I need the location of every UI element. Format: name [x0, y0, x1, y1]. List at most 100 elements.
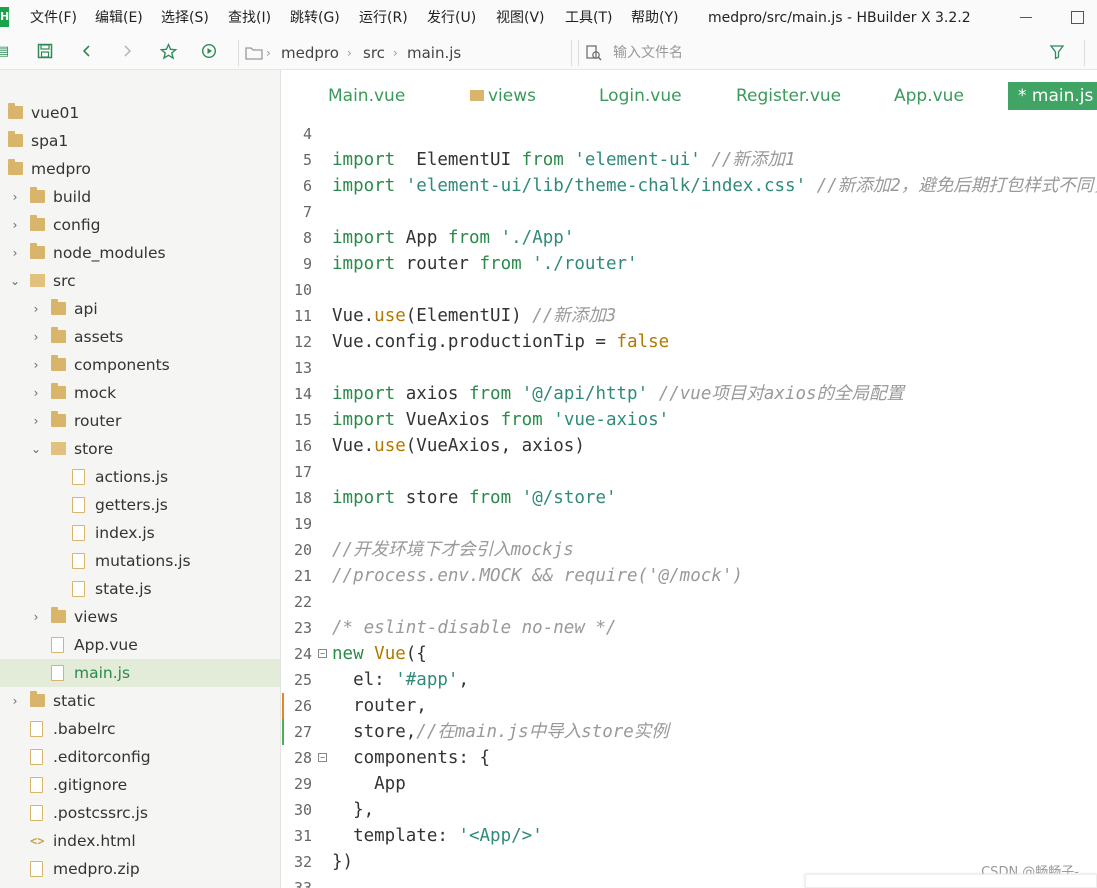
tree-item-mock[interactable]: › mock	[0, 379, 280, 407]
chevron-right-icon[interactable]: ›	[8, 211, 22, 239]
tree-item-spa1[interactable]: spa1	[0, 127, 280, 155]
tab-register-vue[interactable]: Register.vue	[736, 82, 841, 110]
menu-item[interactable]: 发行(U)	[427, 0, 476, 36]
tree-item-state-js[interactable]: state.js	[0, 575, 280, 603]
tree-item-actions-js[interactable]: actions.js	[0, 463, 280, 491]
code-line[interactable]: 25 el: '#app',	[282, 667, 1097, 693]
menu-item[interactable]: 工具(T)	[565, 0, 612, 36]
tree-item-postcssrc-js[interactable]: .postcssrc.js	[0, 799, 280, 827]
code-line[interactable]: 15 import VueAxios from 'vue-axios'	[282, 407, 1097, 433]
star-icon[interactable]	[159, 42, 177, 61]
chevron-right-icon[interactable]: ›	[29, 603, 43, 631]
menu-item[interactable]: 编辑(E)	[95, 0, 143, 36]
code-line[interactable]: 7	[282, 199, 1097, 225]
chevron-down-icon[interactable]: ⌄	[29, 435, 43, 463]
breadcrumb-item-main-js[interactable]: main.js	[407, 40, 461, 66]
tree-item-babelrc[interactable]: .babelrc	[0, 715, 280, 743]
code-line[interactable]: 26 router,	[282, 693, 1097, 719]
tree-item-main-js[interactable]: main.js	[0, 659, 280, 687]
menu-item[interactable]: 选择(S)	[161, 0, 209, 36]
tree-item-config[interactable]: › config	[0, 211, 280, 239]
tree-item-node-modules[interactable]: › node_modules	[0, 239, 280, 267]
code-line[interactable]: 12 Vue.config.productionTip = false	[282, 329, 1097, 355]
tree-item-editorconfig[interactable]: .editorconfig	[0, 743, 280, 771]
breadcrumb-item-src[interactable]: src	[363, 40, 385, 66]
menu-item[interactable]: 跳转(G)	[290, 0, 340, 36]
code-line[interactable]: 19	[282, 511, 1097, 537]
chevron-right-icon[interactable]: ›	[8, 687, 22, 715]
code-line[interactable]: 8 import App from './App'	[282, 225, 1097, 251]
tree-item-medpro[interactable]: medpro	[0, 155, 280, 183]
menu-item[interactable]: 帮助(Y)	[631, 0, 678, 36]
code-line[interactable]: 13	[282, 355, 1097, 381]
horizontal-scrollbar[interactable]	[805, 874, 1097, 888]
code-line[interactable]: 14 import axios from '@/api/http' //vue项目…	[282, 381, 1097, 407]
chevron-right-icon[interactable]: ›	[29, 351, 43, 379]
tree-item-static[interactable]: › static	[0, 687, 280, 715]
tree-item-app-vue[interactable]: App.vue	[0, 631, 280, 659]
file-search-input[interactable]	[613, 43, 1013, 63]
breadcrumb-item-medpro[interactable]: medpro	[281, 40, 339, 66]
fold-toggle-icon[interactable]: −	[318, 649, 327, 658]
tree-item-medpro-zip[interactable]: medpro.zip	[0, 855, 280, 883]
tab-views[interactable]: views	[470, 82, 536, 110]
code-line[interactable]: 27 store,//在main.js中导入store实例	[282, 719, 1097, 745]
code-line[interactable]: 30 },	[282, 797, 1097, 823]
chevron-right-icon[interactable]: ›	[29, 323, 43, 351]
chevron-right-icon[interactable]: ›	[29, 295, 43, 323]
maximize-icon[interactable]	[1071, 11, 1084, 24]
tree-item-vue01[interactable]: vue01	[0, 99, 280, 127]
tree-item-index-js[interactable]: index.js	[0, 519, 280, 547]
sidebar-toggle-icon[interactable]: ▤	[0, 43, 12, 61]
code-line[interactable]: 29 App	[282, 771, 1097, 797]
code-line[interactable]: 32})	[282, 849, 1097, 875]
tab-main-js[interactable]: * main.js	[1008, 82, 1097, 110]
tree-item-views[interactable]: › views	[0, 603, 280, 631]
code-line[interactable]: 6 import 'element-ui/lib/theme-chalk/inde…	[282, 173, 1097, 199]
code-editor[interactable]: 4 5 import ElementUI from 'element-ui' //新…	[282, 116, 1097, 888]
chevron-down-icon[interactable]: ⌄	[8, 267, 22, 295]
chevron-right-icon[interactable]: ›	[29, 379, 43, 407]
menu-item[interactable]: 视图(V)	[496, 0, 545, 36]
tab-app-vue[interactable]: App.vue	[894, 82, 964, 110]
chevron-right-icon[interactable]: ›	[29, 407, 43, 435]
tree-item-components[interactable]: › components	[0, 351, 280, 379]
save-icon[interactable]	[36, 43, 54, 61]
tree-item-getters-js[interactable]: getters.js	[0, 491, 280, 519]
code-line[interactable]: 18 import store from '@/store'	[282, 485, 1097, 511]
code-line[interactable]: 28− components: {	[282, 745, 1097, 771]
code-line[interactable]: 21 //process.env.MOCK && require('@/mock'…	[282, 563, 1097, 589]
filter-icon[interactable]	[1049, 44, 1065, 64]
tree-item-api[interactable]: › api	[0, 295, 280, 323]
forward-icon[interactable]	[118, 43, 136, 61]
tree-item-index-html[interactable]: <> index.html	[0, 827, 280, 855]
code-line[interactable]: 11 Vue.use(ElementUI) //新添加3	[282, 303, 1097, 329]
tab-login-vue[interactable]: Login.vue	[599, 82, 682, 110]
code-line[interactable]: 20 //开发环境下才会引入mockjs	[282, 537, 1097, 563]
code-line[interactable]: 31 template: '<App/>'	[282, 823, 1097, 849]
chevron-right-icon[interactable]: ›	[8, 183, 22, 211]
back-icon[interactable]	[78, 43, 96, 61]
tree-item-mutations-js[interactable]: mutations.js	[0, 547, 280, 575]
code-line[interactable]: 10	[282, 277, 1097, 303]
tab-main-vue[interactable]: Main.vue	[328, 82, 405, 110]
code-line[interactable]: 16 Vue.use(VueAxios, axios)	[282, 433, 1097, 459]
tree-item-gitignore[interactable]: .gitignore	[0, 771, 280, 799]
tree-item-build[interactable]: › build	[0, 183, 280, 211]
code-line[interactable]: 17	[282, 459, 1097, 485]
tree-item-src[interactable]: ⌄ src	[0, 267, 280, 295]
menu-item[interactable]: 文件(F)	[30, 0, 77, 36]
minimize-icon[interactable]	[1020, 17, 1032, 18]
code-line[interactable]: 9 import router from './router'	[282, 251, 1097, 277]
code-line[interactable]: 5 import ElementUI from 'element-ui' //新添…	[282, 147, 1097, 173]
menu-item[interactable]: 运行(R)	[359, 0, 408, 36]
menu-item[interactable]: 查找(I)	[228, 0, 271, 36]
run-icon[interactable]	[200, 43, 218, 61]
fold-toggle-icon[interactable]: −	[318, 753, 327, 762]
chevron-right-icon[interactable]: ›	[8, 239, 22, 267]
tree-item-router[interactable]: › router	[0, 407, 280, 435]
code-line[interactable]: 23 /* eslint-disable no-new */	[282, 615, 1097, 641]
code-line[interactable]: 4	[282, 121, 1097, 147]
code-line[interactable]: 22	[282, 589, 1097, 615]
tree-item-store[interactable]: ⌄ store	[0, 435, 280, 463]
